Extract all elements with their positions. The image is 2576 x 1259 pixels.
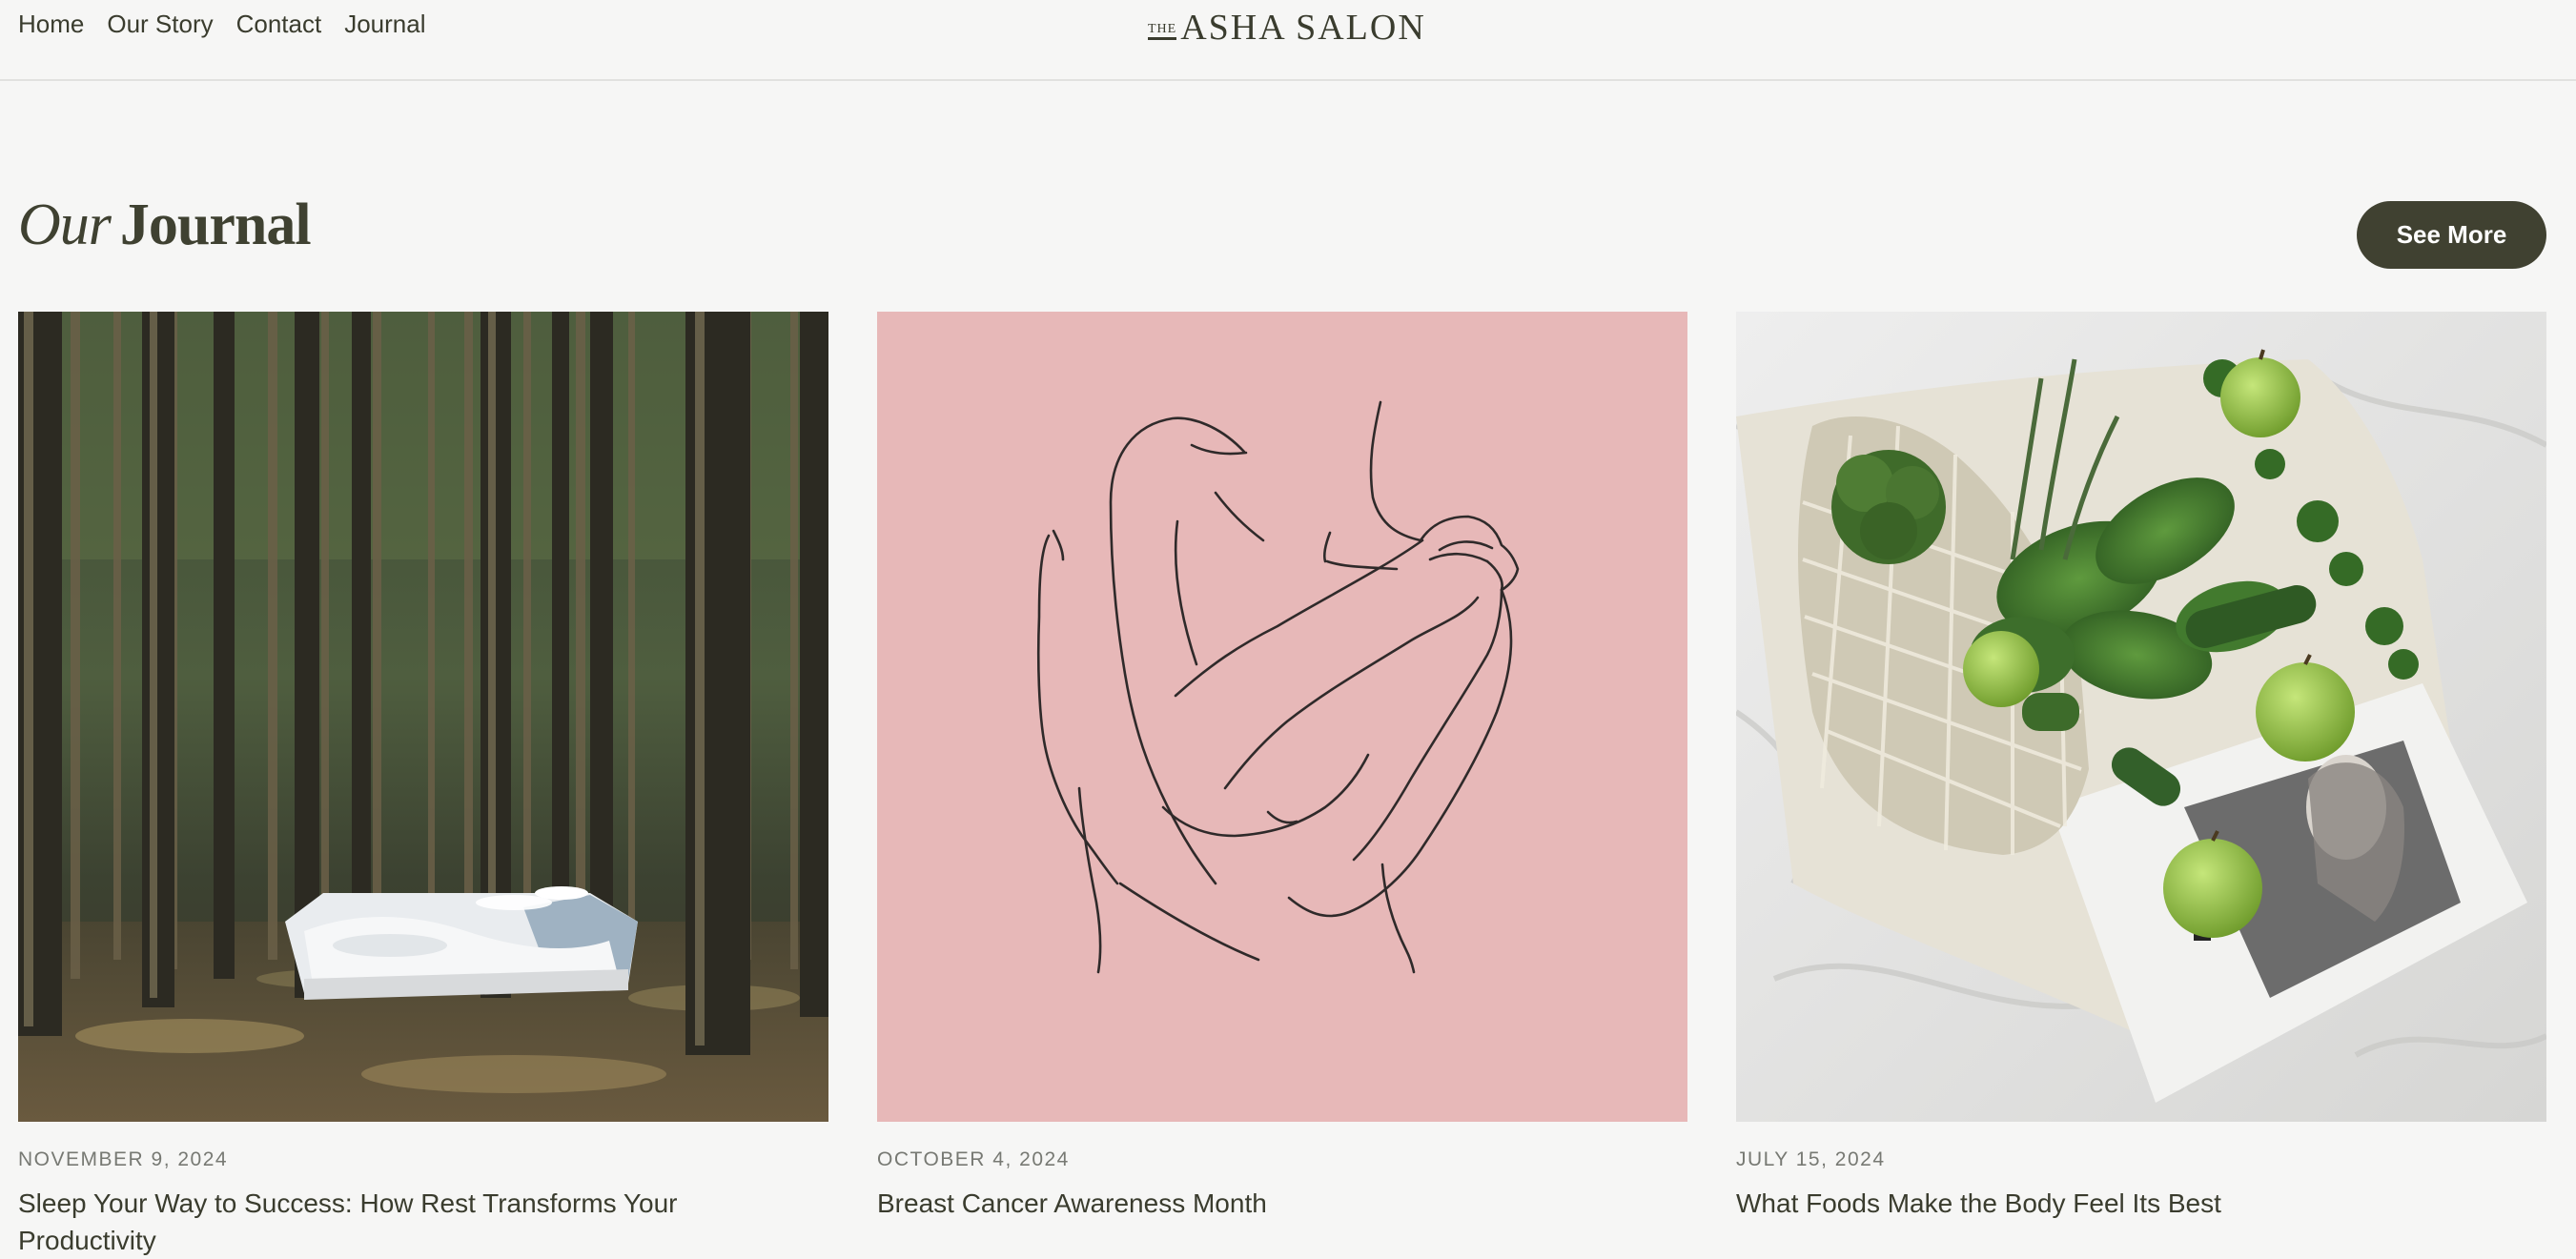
section-title-rest: Journal: [119, 193, 312, 257]
post-title[interactable]: Breast Cancer Awareness Month: [877, 1185, 1564, 1222]
see-more-button[interactable]: See More: [2357, 201, 2546, 269]
post-date: JULY 15, 2024: [1736, 1148, 1886, 1170]
journal-card[interactable]: NOVEMBER 9, 2024 Sleep Your Way to Succe…: [18, 312, 828, 1259]
logo-prefix: THE: [1148, 23, 1177, 40]
line-art-figure-image[interactable]: [877, 312, 1687, 1122]
forest-bed-image[interactable]: [18, 312, 828, 1122]
nav-home[interactable]: Home: [18, 10, 84, 39]
nav-our-story[interactable]: Our Story: [107, 10, 213, 39]
section-title-italic: Our: [18, 193, 112, 257]
section-title: Our Journal: [18, 193, 312, 257]
site-logo[interactable]: THE ASHA SALON: [1148, 8, 1426, 46]
journal-card[interactable]: OCTOBER 4, 2024 Breast Cancer Awareness …: [877, 312, 1687, 1222]
post-date: OCTOBER 4, 2024: [877, 1148, 1070, 1170]
logo-name: ASHA SALON: [1180, 8, 1426, 48]
nav-contact[interactable]: Contact: [236, 10, 322, 39]
green-groceries-image[interactable]: [1736, 312, 2546, 1122]
post-title[interactable]: Sleep Your Way to Success: How Rest Tran…: [18, 1185, 705, 1259]
nav-journal[interactable]: Journal: [344, 10, 425, 39]
post-title[interactable]: What Foods Make the Body Feel Its Best: [1736, 1185, 2423, 1222]
main-nav: Home Our Story Contact Journal: [18, 10, 426, 39]
site-header: Home Our Story Contact Journal THE ASHA …: [0, 0, 2576, 81]
post-date: NOVEMBER 9, 2024: [18, 1148, 229, 1170]
journal-card[interactable]: JULY 15, 2024 What Foods Make the Body F…: [1736, 312, 2546, 1222]
